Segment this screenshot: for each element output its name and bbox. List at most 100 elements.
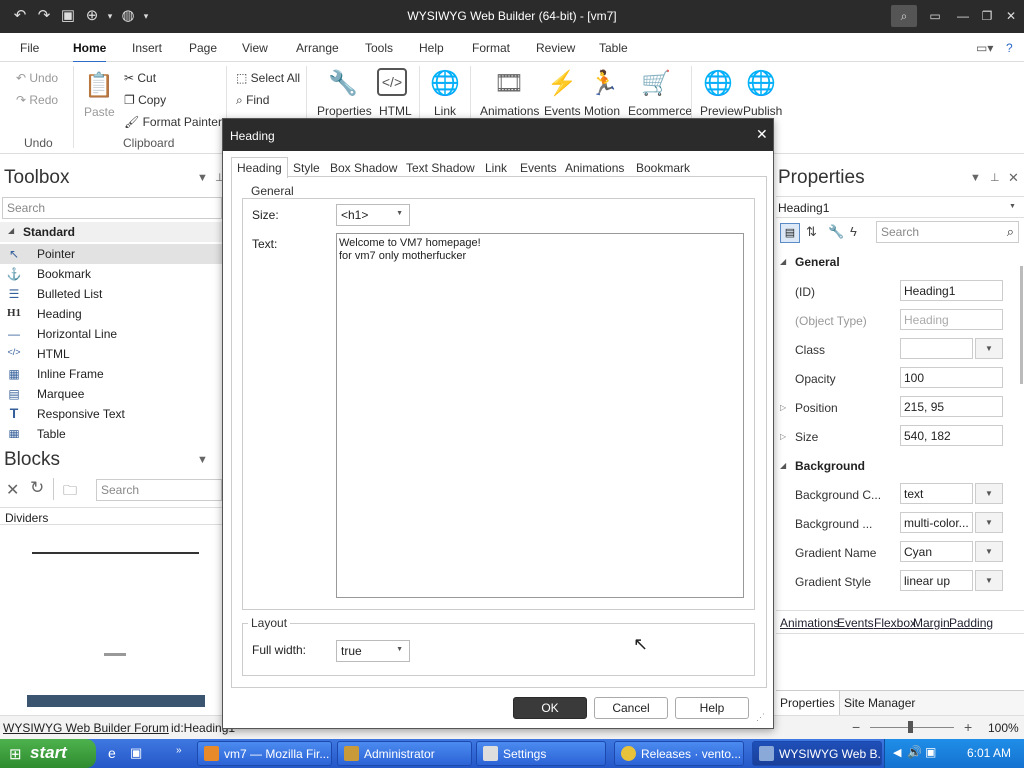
prop-gradient-style-field[interactable]: linear up (900, 570, 973, 591)
chevron-down-icon[interactable]: ▼ (197, 454, 208, 466)
close-button[interactable]: ✕ (998, 5, 1024, 27)
html-button[interactable]: HTML (379, 104, 412, 118)
start-button[interactable]: ⊞ start (0, 739, 96, 768)
dialog-title-bar[interactable]: Heading ✕ (223, 119, 773, 151)
tab-site-manager[interactable]: Site Manager (844, 696, 915, 710)
events-button[interactable]: Events (544, 104, 581, 118)
categorized-icon[interactable]: ▤ (780, 223, 800, 243)
tool-pointer[interactable]: ↖ Pointer (0, 244, 222, 264)
expand-icon[interactable]: ▷ (780, 403, 786, 412)
toolbox-category[interactable]: ◢ Standard (0, 222, 222, 242)
divider-preview-bar[interactable] (27, 695, 205, 707)
animations-button[interactable]: Animations (480, 104, 539, 118)
tab-link[interactable]: Link (485, 161, 507, 175)
cancel-button[interactable]: Cancel (594, 697, 668, 719)
prop-bgtype-field[interactable]: multi-color... (900, 512, 973, 533)
prop-bgcolor-dropdown[interactable]: ▼ (975, 483, 1003, 504)
refresh-icon[interactable]: ↻ (30, 478, 44, 498)
tool-table[interactable]: ▦ Table (0, 424, 222, 438)
wrench-icon[interactable]: 🔧 (828, 224, 844, 240)
ecommerce-button[interactable]: Ecommerce (628, 104, 692, 118)
zoom-slider-handle[interactable] (908, 721, 913, 733)
tool-bulleted-list[interactable]: ☰ Bulleted List (0, 284, 222, 304)
prop-gradient-name-field[interactable]: Cyan (900, 541, 973, 562)
divider-preview[interactable] (32, 552, 199, 554)
link-padding[interactable]: Padding (949, 616, 993, 630)
link-button[interactable]: Link (434, 104, 456, 118)
divider-preview-small[interactable] (104, 653, 126, 656)
zoom-out-icon[interactable]: − (852, 719, 860, 735)
menu-file[interactable]: File (20, 41, 39, 55)
menu-home[interactable]: Home (73, 41, 107, 63)
text-textarea[interactable]: Welcome to VM7 homepage! for vm7 only mo… (336, 233, 744, 598)
ecommerce-icon[interactable]: 🛒 (640, 68, 672, 100)
close-icon[interactable]: ✕ (6, 480, 19, 500)
close-icon[interactable]: ✕ (1008, 170, 1019, 186)
more-icon[interactable]: » (176, 745, 182, 756)
prop-id-field[interactable]: Heading1 (900, 280, 1003, 301)
prop-gradient-style-dropdown[interactable]: ▼ (975, 570, 1003, 591)
motion-icon[interactable]: 🏃 (588, 68, 620, 100)
paste-icon[interactable]: 📋 (83, 70, 115, 102)
chevron-down-icon[interactable]: ▼ (970, 172, 981, 184)
tool-html[interactable]: </> HTML (0, 344, 222, 364)
tab-properties[interactable]: Properties (776, 691, 840, 715)
tab-events[interactable]: Events (520, 161, 557, 175)
prop-position-field[interactable]: 215, 95 (900, 396, 1003, 417)
desktop-icon[interactable]: ▣ (130, 745, 142, 761)
search-icon[interactable]: ⌕ (1007, 224, 1014, 240)
properties-search-input[interactable]: Search ⌕ (876, 221, 1019, 243)
cut-button[interactable]: ✂ Cut (124, 71, 156, 85)
help-icon[interactable]: ? (1006, 41, 1013, 55)
prop-bgtype-dropdown[interactable]: ▼ (975, 512, 1003, 533)
pin-icon[interactable]: ⊥ (990, 171, 1000, 184)
ok-button[interactable]: OK (513, 697, 587, 719)
link-icon[interactable]: 🌐 (429, 68, 461, 100)
dialog-close-button[interactable]: ✕ (756, 126, 768, 143)
redo-button[interactable]: ↷ Redo (16, 93, 58, 107)
tab-animations[interactable]: Animations (565, 161, 624, 175)
task-firefox[interactable]: vm7 — Mozilla Fir... (197, 741, 332, 766)
menu-help[interactable]: Help (419, 41, 444, 55)
tool-heading[interactable]: H1 Heading (0, 304, 222, 324)
properties-button[interactable]: Properties (317, 104, 372, 118)
publish-button[interactable]: Publish (743, 104, 782, 118)
menu-tools[interactable]: Tools (365, 41, 393, 55)
blocks-search-input[interactable]: Search (96, 479, 222, 501)
motion-button[interactable]: Motion (584, 104, 620, 118)
toolbox-search-input[interactable]: Search (2, 197, 222, 219)
menu-format[interactable]: Format (472, 41, 510, 55)
fullwidth-select[interactable]: true ▼ (336, 640, 410, 662)
minimize-button[interactable]: — (950, 5, 976, 27)
search-icon[interactable]: ⌕ (891, 5, 917, 27)
size-select[interactable]: <h1> ▼ (336, 204, 410, 226)
tray-arrow-icon[interactable]: ◀ (893, 746, 901, 759)
tool-horizontal-line[interactable]: — Horizontal Line (0, 324, 222, 344)
menu-insert[interactable]: Insert (132, 41, 162, 55)
prop-class-dropdown[interactable]: ▼ (975, 338, 1003, 359)
folder-icon[interactable]: 🗀 (63, 480, 77, 504)
lightning-icon[interactable]: ϟ (850, 224, 857, 239)
tool-responsive-text[interactable]: T Responsive Text (0, 404, 222, 424)
menu-arrange[interactable]: Arrange (296, 41, 339, 55)
chevron-down-icon[interactable]: ▼ (197, 172, 208, 184)
find-button[interactable]: ⌕ Find (236, 93, 269, 108)
prop-gradient-name-dropdown[interactable]: ▼ (975, 541, 1003, 562)
select-all-button[interactable]: ⬚ Select All (236, 71, 300, 85)
prop-class-field[interactable] (900, 338, 973, 359)
tool-inline-frame[interactable]: ▦ Inline Frame (0, 364, 222, 384)
menu-review[interactable]: Review (536, 41, 575, 55)
html-icon[interactable]: </> (377, 68, 407, 96)
collapse-icon[interactable]: ◢ (780, 461, 786, 470)
collapse-icon[interactable]: ◢ (780, 257, 786, 266)
events-icon[interactable]: ⚡ (546, 68, 578, 100)
task-settings[interactable]: Settings (476, 741, 606, 766)
ie-icon[interactable]: e (108, 745, 116, 761)
preview-globe-icon[interactable]: 🌐 (702, 68, 734, 100)
tab-text-shadow[interactable]: Text Shadow (406, 161, 475, 175)
undo-button[interactable]: ↶ Undo (16, 71, 58, 85)
properties-scrollbar[interactable] (1020, 266, 1023, 384)
tab-style[interactable]: Style (293, 161, 320, 175)
panel-icon[interactable]: ▭ (922, 5, 948, 27)
tab-heading[interactable]: Heading (231, 157, 288, 178)
